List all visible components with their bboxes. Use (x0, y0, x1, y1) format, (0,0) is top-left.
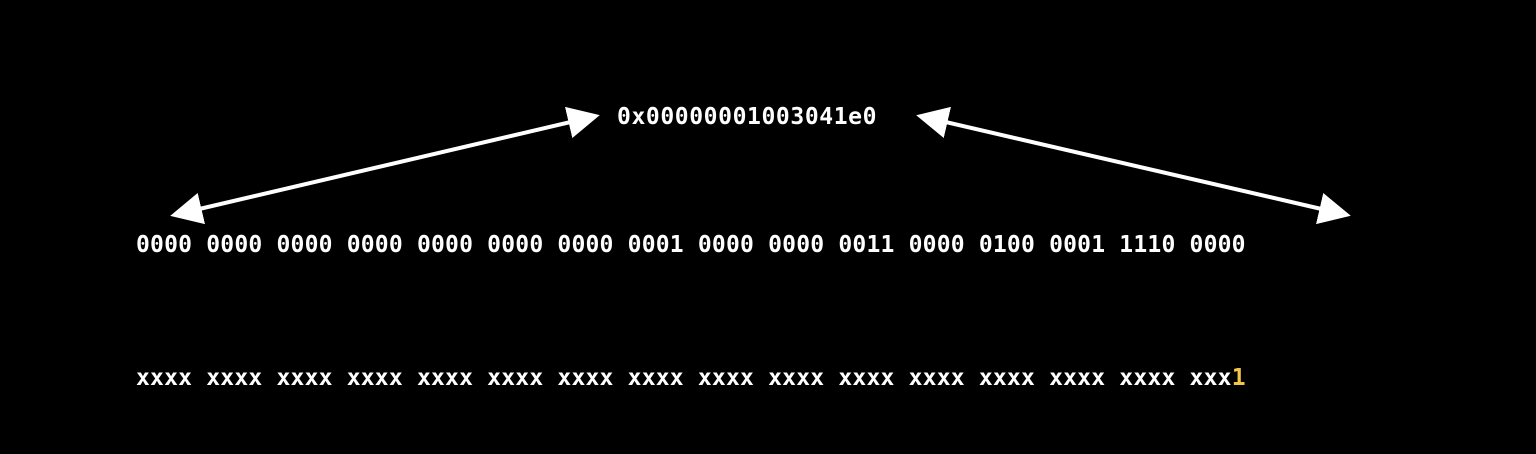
highlighted-low-bit: 1 (1231, 365, 1246, 391)
hex-address-label: 0x00000001003041e0 (617, 104, 878, 130)
right-double-arrow (916, 106, 1351, 225)
binary-representation: 0000 0000 0000 0000 0000 0000 0000 0001 … (136, 232, 1246, 258)
bit-mask-row: xxxx xxxx xxxx xxxx xxxx xxxx xxxx xxxx … (136, 362, 1246, 394)
left-double-arrow (170, 106, 600, 225)
diagram-canvas: 0x00000001003041e0 0000 0000 0000 0000 0… (0, 0, 1536, 454)
unknown-bits: xxxx xxxx xxxx xxxx xxxx xxxx xxxx xxxx … (136, 365, 1232, 391)
